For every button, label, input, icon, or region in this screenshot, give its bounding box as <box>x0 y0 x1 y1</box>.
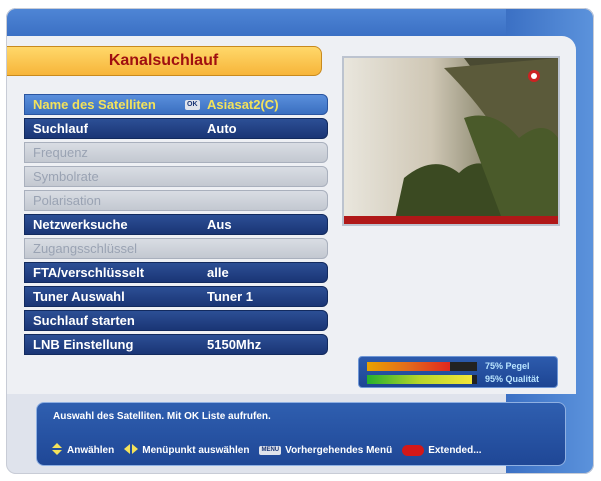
help-text: Auswahl des Satelliten. Mit OK Liste auf… <box>53 411 271 422</box>
tv-screen: Kanalsuchlauf Name des Satelliten OK Asi… <box>6 8 594 474</box>
row-label: Symbolrate <box>33 169 99 184</box>
up-down-arrows-icon <box>51 443 63 458</box>
signal-panel: 75% Pegel 95% Qualität <box>358 356 558 388</box>
row-value: Auto <box>207 121 237 136</box>
level-text: 75% Pegel <box>485 361 530 371</box>
quality-text: 95% Qualität <box>485 374 540 384</box>
level-meter <box>367 362 477 371</box>
row-value: Asiasat2(C) <box>207 97 279 112</box>
left-right-arrows-icon <box>124 443 139 458</box>
navigate-label: Anwählen <box>67 445 115 456</box>
quality-meter-fill <box>367 375 472 384</box>
extended-label: Extended... <box>428 445 482 456</box>
row-label: Suchlauf <box>33 121 88 136</box>
row-label: LNB Einstellung <box>33 337 134 352</box>
row-label: FTA/verschlüsselt <box>33 265 145 280</box>
red-key-icon <box>402 445 425 456</box>
preview-image <box>344 58 558 224</box>
row-value: Aus <box>207 217 232 232</box>
menu-key-icon: MENU <box>259 446 282 455</box>
menu-row-start-search[interactable]: Suchlauf starten <box>24 310 328 331</box>
row-label: Zugangsschlüssel <box>33 241 138 256</box>
back-label: Vorhergehendes Menü <box>285 445 393 456</box>
menu-row-symbol-rate: Symbolrate <box>24 166 328 187</box>
menu-title-bar: Kanalsuchlauf <box>6 46 322 76</box>
menu-row-lnb-setting[interactable]: LNB Einstellung 5150Mhz <box>24 334 328 355</box>
menu-row-tuner-selection[interactable]: Tuner Auswahl Tuner 1 <box>24 286 328 307</box>
row-label: Frequenz <box>33 145 88 160</box>
row-label: Name des Satelliten <box>33 97 156 112</box>
row-label: Tuner Auswahl <box>33 289 125 304</box>
menu-row-satellite-name[interactable]: Name des Satelliten OK Asiasat2(C) <box>24 94 328 115</box>
menu-row-fta-encrypted[interactable]: FTA/verschlüsselt alle <box>24 262 328 283</box>
ok-key-icon: OK <box>185 100 200 110</box>
row-value: alle <box>207 265 229 280</box>
row-label: Polarisation <box>33 193 101 208</box>
menu-row-network-search[interactable]: Netzwerksuche Aus <box>24 214 328 235</box>
key-legend: Anwählen Menüpunkt auswählen MENU Vorher… <box>51 443 492 458</box>
quality-meter <box>367 375 477 384</box>
row-value: Tuner 1 <box>207 289 253 304</box>
row-label: Suchlauf starten <box>33 313 135 328</box>
row-value: 5150Mhz <box>207 337 262 352</box>
menu-row-polarisation: Polarisation <box>24 190 328 211</box>
level-meter-fill <box>367 362 450 371</box>
menu-title: Kanalsuchlauf <box>108 52 219 69</box>
help-box: Auswahl des Satelliten. Mit OK Liste auf… <box>36 402 566 466</box>
video-preview <box>342 56 560 226</box>
row-label: Netzwerksuche <box>33 217 128 232</box>
menu-row-search-mode[interactable]: Suchlauf Auto <box>24 118 328 139</box>
menu-row-access-key: Zugangsschlüssel <box>24 238 328 259</box>
menu-row-frequency: Frequenz <box>24 142 328 163</box>
select-label: Menüpunkt auswählen <box>142 445 250 456</box>
